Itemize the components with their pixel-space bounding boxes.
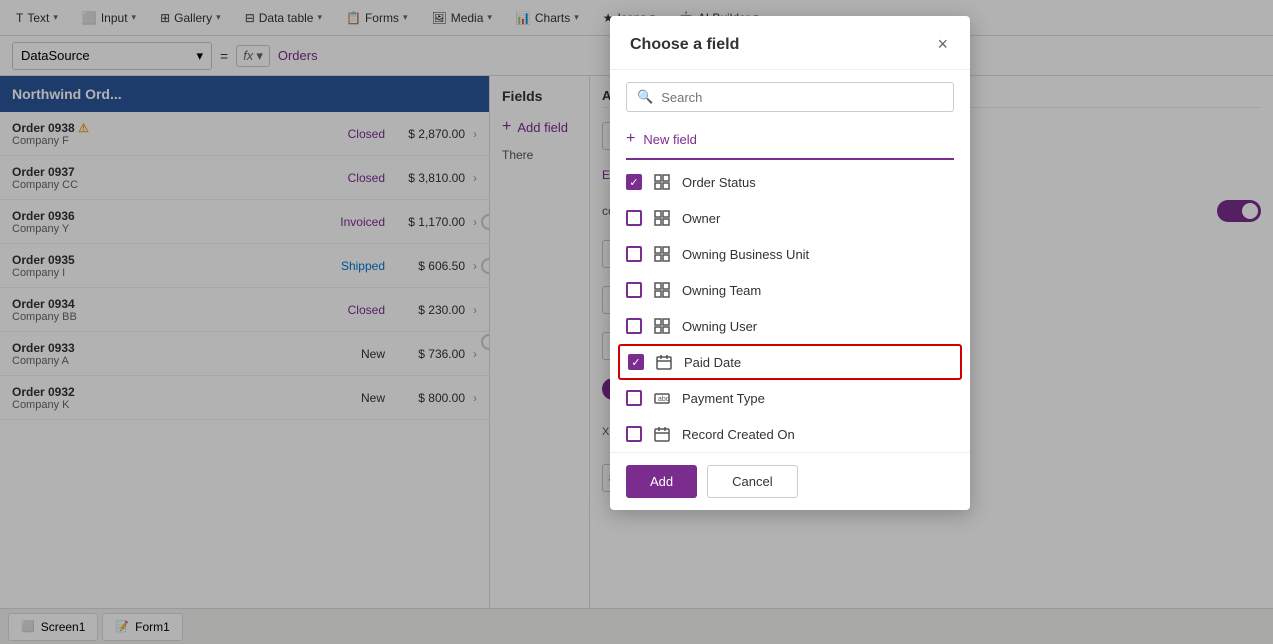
plus-icon: + [626, 130, 635, 148]
text-field-icon: abc [652, 388, 672, 408]
modal-title: Choose a field [630, 36, 739, 54]
record-created-on-checkbox[interactable] [626, 426, 642, 442]
field-item-owner[interactable]: Owner [610, 200, 970, 236]
calendar-icon-2 [652, 424, 672, 444]
choose-field-modal: Choose a field × 🔍 + New field Order Sta… [610, 16, 970, 510]
cancel-button[interactable]: Cancel [707, 465, 797, 498]
field-item-owning-business-unit[interactable]: Owning Business Unit [610, 236, 970, 272]
owner-checkbox[interactable] [626, 210, 642, 226]
search-input[interactable] [661, 90, 943, 105]
modal-search-container: 🔍 [626, 82, 954, 112]
payment-type-checkbox[interactable] [626, 390, 642, 406]
grid-icon [652, 244, 672, 264]
owning-user-checkbox[interactable] [626, 318, 642, 334]
field-item-owning-team[interactable]: Owning Team [610, 272, 970, 308]
order-status-checkbox[interactable] [626, 174, 642, 190]
grid-icon [652, 172, 672, 192]
owning-business-unit-checkbox[interactable] [626, 246, 642, 262]
owning-team-checkbox[interactable] [626, 282, 642, 298]
divider [626, 158, 954, 160]
search-icon: 🔍 [637, 89, 653, 105]
paid-date-checkbox[interactable] [628, 354, 644, 370]
modal-footer: Add Cancel [610, 452, 970, 510]
field-item-order-status[interactable]: Order Status [610, 164, 970, 200]
svg-text:abc: abc [658, 396, 670, 403]
calendar-icon [654, 352, 674, 372]
field-list: Order Status Owner Owning Business Unit … [610, 164, 970, 452]
modal-close-button[interactable]: × [935, 32, 950, 57]
grid-icon [652, 316, 672, 336]
grid-icon [652, 280, 672, 300]
field-item-owning-user[interactable]: Owning User [610, 308, 970, 344]
add-button[interactable]: Add [626, 465, 697, 498]
field-item-paid-date[interactable]: Paid Date [618, 344, 962, 380]
new-field-button[interactable]: + New field [610, 124, 970, 154]
modal-header: Choose a field × [610, 16, 970, 70]
field-item-record-created-on[interactable]: Record Created On [610, 416, 970, 452]
field-item-payment-type[interactable]: abc Payment Type [610, 380, 970, 416]
grid-icon [652, 208, 672, 228]
